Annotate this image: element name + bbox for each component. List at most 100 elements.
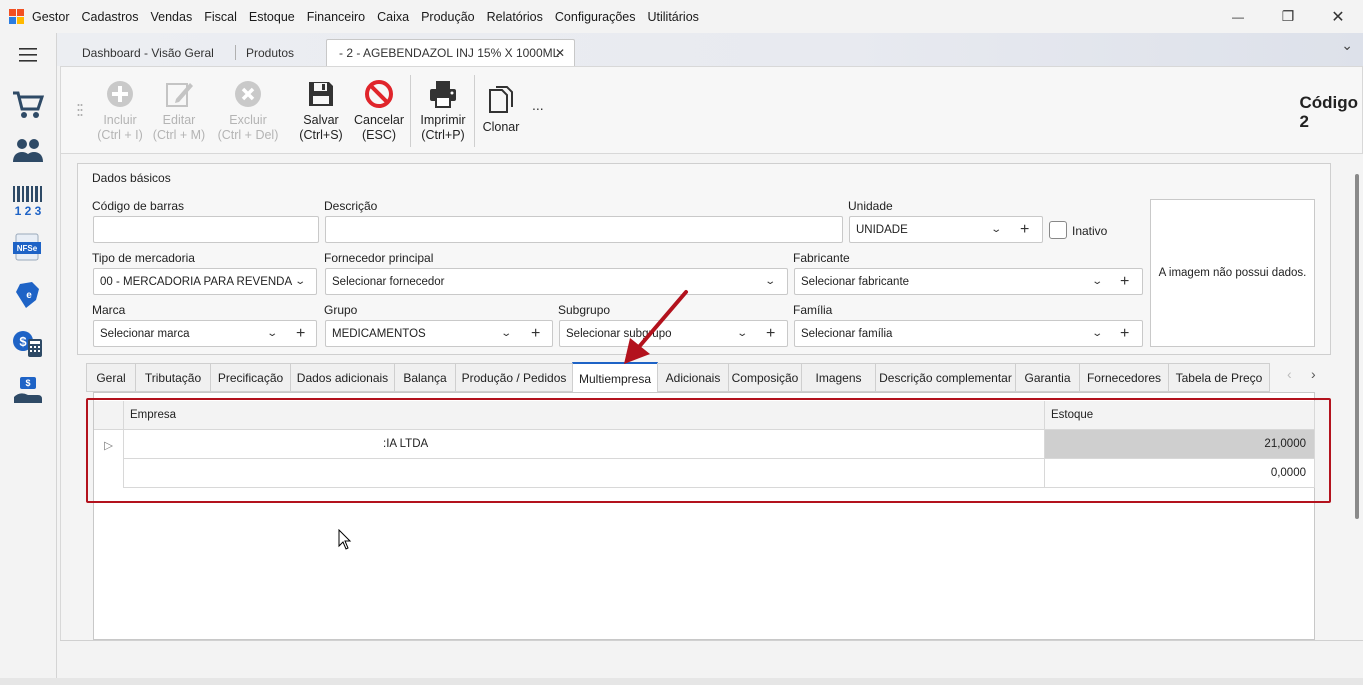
add-fabricante-icon[interactable]: + xyxy=(1120,273,1129,290)
codigo-label: Código xyxy=(1299,93,1358,112)
marca-label: Marca xyxy=(92,303,126,317)
tab-geral[interactable]: Geral xyxy=(86,363,136,392)
menu-vendas[interactable]: Vendas xyxy=(145,10,199,24)
tab-dados-adicionais[interactable]: Dados adicionais xyxy=(290,363,395,392)
tab-imagens[interactable]: Imagens xyxy=(801,363,876,392)
fabricante-label: Fabricante xyxy=(793,251,850,265)
tab-composicao[interactable]: Composição xyxy=(728,363,802,392)
imprimir-button[interactable]: Imprimir (Ctrl+P) xyxy=(415,77,471,143)
add-marca-icon[interactable]: + xyxy=(296,325,305,342)
tab-dashboard[interactable]: Dashboard - Visão Geral xyxy=(70,39,226,66)
document-tabs: Dashboard - Visão Geral Produtos - 2 - A… xyxy=(57,33,1363,66)
product-image[interactable]: A imagem não possui dados. xyxy=(1150,199,1315,347)
dados-basicos-title: Dados básicos xyxy=(92,171,171,185)
menu-relatorios[interactable]: Relatórios xyxy=(481,10,549,24)
incluir-shortcut: (Ctrl + I) xyxy=(97,128,143,142)
editar-button[interactable]: Editar (Ctrl + M) xyxy=(151,77,207,143)
close-window-button[interactable]: ✕ xyxy=(1313,0,1363,33)
fabricante-select[interactable]: Selecionar fabricante ⌄ + xyxy=(794,268,1143,295)
salvar-button[interactable]: Salvar (Ctrl+S) xyxy=(297,77,345,143)
incluir-button[interactable]: Incluir (Ctrl + I) xyxy=(94,77,146,143)
descricao-input[interactable] xyxy=(325,216,843,243)
menu-cadastros[interactable]: Cadastros xyxy=(76,10,145,24)
tab-fornecedores[interactable]: Fornecedores xyxy=(1079,363,1169,392)
incluir-label: Incluir xyxy=(103,113,137,127)
inativo-checkbox[interactable] xyxy=(1049,221,1067,239)
toolbar-grip-icon xyxy=(77,103,83,120)
grupo-value: MEDICAMENTOS xyxy=(332,327,426,340)
cancel-icon xyxy=(365,80,393,108)
tab-produto-detail[interactable]: - 2 - AGEBENDAZOL INJ 15% X 1000ML ✕ xyxy=(326,39,575,66)
familia-value: Selecionar família xyxy=(801,327,893,340)
add-grupo-icon[interactable]: + xyxy=(531,325,540,342)
app-logo-icon xyxy=(9,8,25,25)
excluir-label: Excluir xyxy=(229,113,267,127)
tab-producao-pedidos[interactable]: Produção / Pedidos xyxy=(455,363,573,392)
tabs-prev-icon[interactable]: ‹ xyxy=(1287,366,1292,382)
cancelar-button[interactable]: Cancelar (ESC) xyxy=(351,77,407,143)
unidade-select[interactable]: UNIDADE ⌄ + xyxy=(849,216,1043,243)
add-familia-icon[interactable]: + xyxy=(1120,325,1129,342)
tab-produtos[interactable]: Produtos xyxy=(234,39,306,66)
tab-garantia[interactable]: Garantia xyxy=(1015,363,1080,392)
tab-tabela-preco[interactable]: Tabela de Preço xyxy=(1168,363,1270,392)
tab-descricao-complementar[interactable]: Descrição complementar xyxy=(875,363,1016,392)
tab-adicionais[interactable]: Adicionais xyxy=(657,363,729,392)
codigo-barras-label: Código de barras xyxy=(92,199,185,213)
restore-button[interactable]: ❐ xyxy=(1263,0,1313,33)
tab-precificacao[interactable]: Precificação xyxy=(210,363,291,392)
tab-tributacao[interactable]: Tributação xyxy=(135,363,211,392)
tab-balanca[interactable]: Balança xyxy=(394,363,456,392)
grupo-select[interactable]: MEDICAMENTOS ⌄ + xyxy=(325,320,553,347)
menu-estoque[interactable]: Estoque xyxy=(243,10,301,24)
vertical-scrollbar[interactable] xyxy=(1355,174,1359,519)
menu-gestor[interactable]: Gestor xyxy=(25,10,76,24)
imprimir-label: Imprimir xyxy=(420,113,466,127)
grupo-label: Grupo xyxy=(324,303,358,317)
menu-fiscal[interactable]: Fiscal xyxy=(198,10,243,24)
cash-register-icon[interactable]: $ xyxy=(10,373,46,409)
menu-producao[interactable]: Produção xyxy=(415,10,481,24)
codigo-barras-input[interactable] xyxy=(93,216,319,243)
tab-close-icon[interactable]: ✕ xyxy=(555,46,565,60)
marca-select[interactable]: Selecionar marca ⌄ + xyxy=(93,320,317,347)
finance-calculator-icon[interactable]: $ xyxy=(10,325,46,361)
excluir-button[interactable]: Excluir (Ctrl + Del) xyxy=(217,77,279,143)
edit-icon xyxy=(166,83,193,107)
tabs-overflow-icon[interactable]: ⌄ xyxy=(1341,37,1353,54)
tipo-mercadoria-select[interactable]: 00 - MERCADORIA PARA REVENDA ⌄ xyxy=(93,268,317,295)
add-unidade-icon[interactable]: + xyxy=(1020,221,1029,238)
toolbar-separator xyxy=(474,75,475,147)
menu-utilitarios[interactable]: Utilitários xyxy=(642,10,705,24)
fornecedor-select[interactable]: Selecionar fornecedor ⌄ xyxy=(325,268,788,295)
tabs-next-icon[interactable]: › xyxy=(1311,366,1316,382)
people-icon[interactable] xyxy=(10,133,46,169)
chevron-down-icon: ⌄ xyxy=(764,276,777,287)
nfse-icon[interactable]: NFSe xyxy=(10,229,46,265)
mouse-cursor-icon xyxy=(338,529,352,550)
printer-icon xyxy=(430,81,456,108)
barcode-icon[interactable]: 1 2 3 xyxy=(10,183,46,219)
clone-icon xyxy=(489,86,513,113)
menu-financeiro[interactable]: Financeiro xyxy=(301,10,371,24)
hamburger-icon[interactable] xyxy=(10,37,46,73)
more-options-icon[interactable]: ... xyxy=(532,97,544,113)
svg-text:NFSe: NFSe xyxy=(17,244,38,253)
add-subgrupo-icon[interactable]: + xyxy=(766,325,775,342)
minimize-button[interactable]: — xyxy=(1213,0,1263,33)
excluir-shortcut: (Ctrl + Del) xyxy=(217,128,279,142)
nfe-brazil-icon[interactable]: e xyxy=(10,277,46,313)
cart-icon[interactable] xyxy=(10,87,46,123)
codigo-header: Código 2 xyxy=(1299,93,1358,131)
familia-select[interactable]: Selecionar família ⌄ + xyxy=(794,320,1143,347)
clonar-label: Clonar xyxy=(482,120,520,134)
clonar-button[interactable]: Clonar xyxy=(479,84,523,135)
tipo-mercadoria-label: Tipo de mercadoria xyxy=(92,251,195,265)
svg-text:1 2 3: 1 2 3 xyxy=(15,204,42,216)
menu-bar: Gestor Cadastros Vendas Fiscal Estoque F… xyxy=(0,0,1363,33)
menu-caixa[interactable]: Caixa xyxy=(371,10,415,24)
chevron-down-icon: ⌄ xyxy=(500,328,513,339)
tab-multiempresa[interactable]: Multiempresa xyxy=(572,362,658,393)
menu-configuracoes[interactable]: Configurações xyxy=(549,10,642,24)
sidebar: 1 2 3 NFSe e $ $ xyxy=(0,33,57,685)
